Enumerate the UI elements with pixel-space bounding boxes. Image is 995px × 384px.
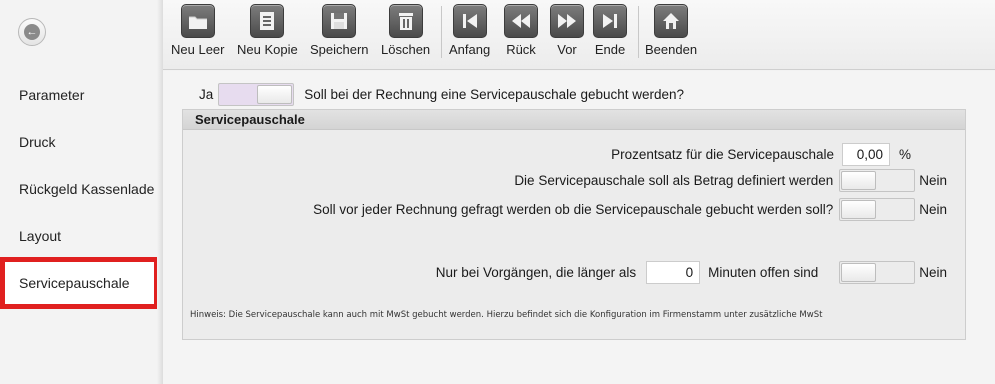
ende-button[interactable]: Ende: [593, 4, 627, 57]
toolbar: Neu Leer Neu Kopie Speichern Löschen Anf…: [163, 0, 995, 70]
percent-label: Prozentsatz für die Servicepauschale: [611, 147, 834, 162]
folder-new-icon: [180, 4, 215, 38]
sidebar-item-layout[interactable]: Layout: [0, 212, 163, 259]
betrag-state: Nein: [919, 173, 947, 188]
toolbar-separator: [638, 6, 639, 58]
anfang-label: Anfang: [449, 42, 491, 57]
minutes-state: Nein: [919, 265, 947, 280]
trash-icon: [388, 4, 423, 38]
toggle-knob: [841, 263, 877, 282]
betrag-row: Die Servicepauschale soll als Betrag def…: [514, 169, 947, 192]
ask-toggle[interactable]: [839, 198, 916, 221]
sidebar-item-label: Parameter: [19, 86, 85, 103]
copy-document-icon: [250, 4, 285, 38]
next-record-icon: [550, 4, 584, 38]
percent-input[interactable]: 0,00: [841, 143, 890, 166]
toolbar-separator: [441, 6, 442, 58]
sidebar-nav: Parameter Druck Rückgeld Kassenlade Layo…: [0, 71, 163, 309]
sidebar-item-label: Druck: [19, 133, 56, 150]
back-arrow-icon: ←: [24, 24, 40, 40]
hint-text: Hinweis: Die Servicepauschale kann auch …: [190, 310, 823, 320]
sidebar-item-druck[interactable]: Druck: [0, 118, 163, 165]
sidebar-item-parameter[interactable]: Parameter: [0, 71, 163, 118]
neu-kopie-label: Neu Kopie: [237, 42, 298, 57]
toggle-knob: [841, 200, 877, 219]
neu-leer-label: Neu Leer: [171, 42, 225, 57]
sidebar-item-label: Rückgeld Kassenlade: [19, 180, 155, 197]
previous-record-icon: [504, 4, 538, 38]
servicepauschale-panel: Servicepauschale Prozentsatz für die Ser…: [182, 109, 966, 340]
sidebar: ← Parameter Druck Rückgeld Kassenlade La…: [0, 0, 163, 384]
ask-label: Soll vor jeder Rechnung gefragt werden o…: [313, 202, 834, 217]
ja-label: Ja: [199, 87, 214, 102]
minutes-row: Nur bei Vorgängen, die länger als 0 Minu…: [436, 261, 947, 284]
percent-row: Prozentsatz für die Servicepauschale 0,0…: [611, 143, 911, 166]
sidebar-item-label: Servicepauschale: [19, 275, 130, 291]
minutes-suffix: Minuten offen sind: [708, 265, 819, 280]
loeschen-label: Löschen: [381, 42, 431, 57]
neu-leer-button[interactable]: Neu Leer: [171, 4, 224, 57]
toggle-knob: [841, 171, 877, 190]
save-disk-icon: [322, 4, 357, 38]
speichern-button[interactable]: Speichern: [310, 4, 369, 57]
vor-label: Vor: [557, 42, 577, 57]
rueck-button[interactable]: Rück: [504, 4, 538, 57]
main-content: Ja Soll bei der Rechnung eine Servicepau…: [163, 71, 995, 384]
rueck-label: Rück: [506, 42, 536, 57]
ask-state: Nein: [919, 202, 947, 217]
servicepauschale-enable-toggle[interactable]: [218, 83, 295, 106]
toggle-knob: [257, 85, 293, 104]
panel-title: Servicepauschale: [183, 110, 965, 130]
home-icon: [654, 4, 689, 38]
sidebar-item-rueckgeld-kassenlade[interactable]: Rückgeld Kassenlade: [0, 165, 163, 212]
anfang-button[interactable]: Anfang: [449, 4, 490, 57]
last-record-icon: [593, 4, 627, 38]
ask-row: Soll vor jeder Rechnung gefragt werden o…: [313, 198, 947, 221]
servicepauschale-enable-row: Ja Soll bei der Rechnung eine Servicepau…: [199, 83, 684, 106]
back-button[interactable]: ←: [18, 18, 46, 46]
percent-unit: %: [898, 147, 911, 162]
beenden-button[interactable]: Beenden: [645, 4, 697, 57]
vor-button[interactable]: Vor: [550, 4, 584, 57]
ende-label: Ende: [594, 42, 626, 57]
first-record-icon: [452, 4, 487, 38]
servicepauschale-question: Soll bei der Rechnung eine Servicepausch…: [304, 87, 685, 102]
neu-kopie-button[interactable]: Neu Kopie: [237, 4, 298, 57]
minutes-toggle[interactable]: [839, 261, 916, 284]
sidebar-item-label: Layout: [19, 227, 62, 244]
betrag-label: Die Servicepauschale soll als Betrag def…: [514, 173, 834, 188]
sidebar-item-servicepauschale[interactable]: Servicepauschale: [0, 257, 159, 309]
minutes-input[interactable]: 0: [646, 261, 701, 284]
betrag-toggle[interactable]: [839, 169, 916, 192]
speichern-label: Speichern: [310, 42, 369, 57]
minutes-prefix: Nur bei Vorgängen, die länger als: [435, 265, 637, 280]
loeschen-button[interactable]: Löschen: [381, 4, 430, 57]
beenden-label: Beenden: [645, 42, 698, 57]
